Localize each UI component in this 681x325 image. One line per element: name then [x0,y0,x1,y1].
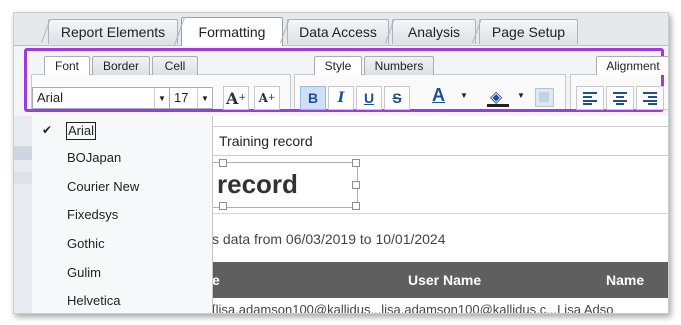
panel-divider [14,172,32,184]
font-option-courier-new[interactable]: Courier New [32,173,212,201]
resize-handle[interactable] [219,159,227,167]
font-option-gulim[interactable]: Gulim [32,259,212,287]
font-option-fixedsys[interactable]: Fixedsys [32,201,212,229]
checkmark-icon: ✔ [42,123,53,137]
font-option-label: Fixedsys [67,207,119,222]
font-color-button[interactable]: A ▼ [426,85,468,109]
font-color-icon: A [432,85,445,105]
column-header[interactable]: Name [606,272,644,288]
resize-handle[interactable] [219,202,227,210]
report-description: s data from 06/03/2019 to 10/01/2024 [212,231,446,247]
divider [212,213,668,214]
subtab-font[interactable]: Font [44,56,90,75]
subtab-border[interactable]: Border [92,56,150,75]
font-option-label: BOJapan [67,150,122,165]
tab-formatting[interactable]: Formatting [181,17,283,46]
font-family-select[interactable]: Arial ▼ [32,87,170,109]
font-size-select[interactable]: 17 ▼ [169,87,213,109]
column-header[interactable]: User Name [408,272,481,288]
font-dropdown-list: ✔ Arial BOJapan Courier New Fixedsys Got… [32,116,213,313]
main-tab-bar: Report Elements Formatting Data Access A… [14,13,668,46]
chevron-down-icon[interactable]: ▼ [460,91,468,100]
align-right-button[interactable] [636,86,664,110]
strikethrough-button[interactable]: S [384,86,410,110]
subtab-cell[interactable]: Cell [152,56,198,75]
font-option-label: Arial [66,122,97,140]
chevron-down-icon[interactable]: ▼ [154,88,169,108]
font-option-arial[interactable]: ✔ Arial [32,116,212,144]
bold-icon: B [307,90,319,106]
grow-font-button[interactable]: A + [223,86,249,110]
report-canvas: Training record record s data from 06/03… [208,116,668,314]
table-header: e User Name Name [212,262,668,298]
chevron-down-icon[interactable]: ▼ [517,91,525,100]
panel-divider [14,146,32,160]
tab-analysis[interactable]: Analysis [392,19,476,44]
shrink-font-icon: A [258,91,268,105]
subtab-style[interactable]: Style [314,56,362,75]
font-option-helvetica[interactable]: Helvetica [32,287,212,313]
underline-button[interactable]: U [356,86,382,110]
grow-font-icon: A [226,88,239,108]
italic-button[interactable]: I [328,86,354,110]
resize-handle[interactable] [352,159,360,167]
font-size-value: 17 [174,90,189,105]
font-option-bojapan[interactable]: BOJapan [32,144,212,172]
report-title-input[interactable]: Training record [212,126,668,156]
subtab-numbers[interactable]: Numbers [364,56,434,75]
align-left-button[interactable] [576,86,604,110]
fill-color-button[interactable]: ◈ ▼ [486,85,526,109]
column-header[interactable]: e [212,272,220,288]
shrink-font-button[interactable]: A + [254,86,280,110]
image-icon [539,92,549,102]
align-left-icon [583,92,597,105]
resize-handle[interactable] [352,202,360,210]
font-option-gothic[interactable]: Gothic [32,230,212,258]
table-row: [lisa.adamson100@kallidus...lisa.adamson… [212,302,614,314]
bold-button[interactable]: B [300,86,326,110]
tab-data-access[interactable]: Data Access [287,19,389,44]
font-option-label: Gulim [67,265,101,280]
font-family-value: Arial [37,90,64,105]
font-option-label: Gothic [67,236,105,251]
strikethrough-icon: S [392,90,402,106]
italic-icon: I [337,90,345,106]
report-title-text: record [217,169,298,199]
font-option-label: Courier New [67,179,140,194]
chevron-down-icon[interactable]: ▼ [197,88,212,108]
title-text-box[interactable]: record [208,162,358,208]
left-panel-strip [14,116,33,313]
underline-icon: U [363,90,375,106]
font-option-label: Helvetica [67,293,121,308]
tab-report-elements[interactable]: Report Elements [48,19,178,44]
background-image-button[interactable] [535,88,554,107]
fill-color-swatch [487,104,509,107]
tab-page-setup[interactable]: Page Setup [479,19,578,44]
align-center-icon [613,92,627,105]
subtab-alignment[interactable]: Alignment [596,56,668,75]
align-center-button[interactable] [606,86,634,110]
resize-handle[interactable] [352,181,360,189]
report-designer-window: Report Elements Formatting Data Access A… [13,12,669,314]
align-right-icon [643,92,657,105]
